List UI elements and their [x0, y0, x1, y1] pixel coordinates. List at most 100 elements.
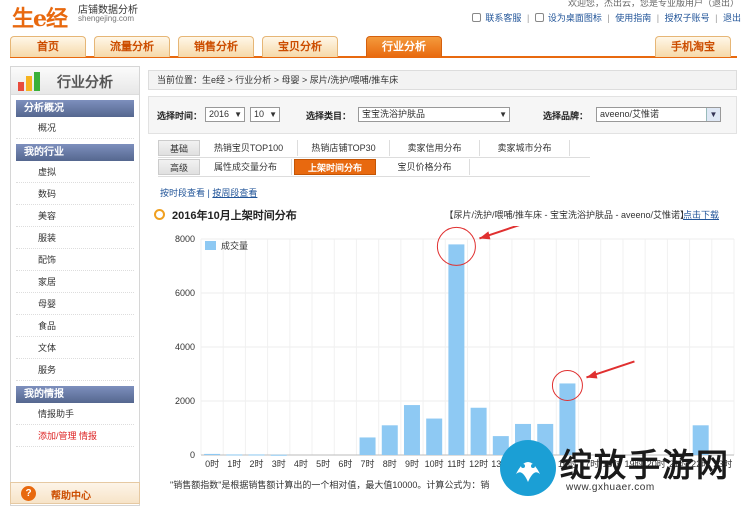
category-value: 宝宝洗浴护肤品	[362, 109, 426, 119]
sidebar-title: 行业分析	[57, 74, 113, 90]
bar-1时	[226, 454, 243, 456]
sidebar-item-beauty[interactable]: 美容	[16, 205, 134, 227]
link-separator: |	[715, 13, 718, 23]
chevron-down-icon: ▼	[269, 110, 277, 119]
link-separator: |	[656, 13, 660, 23]
subtab-top-shops[interactable]: 热销店铺TOP30	[298, 140, 390, 156]
watermark-logo-icon	[500, 440, 556, 496]
bar-9时	[403, 405, 420, 455]
logo[interactable]: 生e经	[12, 1, 68, 33]
subtab-seller-credit[interactable]: 卖家信用分布	[390, 140, 480, 156]
tab-industry[interactable]: 行业分析	[366, 36, 442, 57]
time-label: 选择时间：	[157, 111, 203, 121]
subtab-attribute-volume[interactable]: 属性成交量分布	[200, 159, 292, 175]
headset-icon	[472, 13, 482, 22]
subtab-top-products[interactable]: 热销宝贝TOP100	[200, 140, 298, 156]
chart-category-path: 【尿片/洗护/喂哺/推车床 - 宝宝洗浴护肤品 - aveeno/艾惟诺】	[444, 210, 689, 220]
help-center[interactable]: ? 帮助中心	[10, 482, 140, 504]
subtab-basic-label: 基础	[158, 140, 200, 156]
annotation-arrowhead	[586, 370, 598, 379]
view-by-week-link[interactable]: 按周段查看	[212, 188, 257, 198]
listing-time-bar-chart: 0 2000 4000 6000 8000 0时 1时 2时 3时 4时 5时 6时 7时 8时 9时 10时…	[175, 226, 735, 469]
chevron-down-icon: ▼	[234, 110, 242, 119]
bar-7时	[359, 437, 376, 455]
sidebar-item-accessories[interactable]: 配饰	[16, 249, 134, 271]
link-contact[interactable]: 联系客服	[485, 13, 521, 23]
subtab-divider	[158, 176, 590, 177]
link-logout[interactable]: 退出	[723, 13, 741, 23]
chevron-down-icon: ▼	[499, 110, 507, 119]
year-select[interactable]: 2016 ▼	[205, 107, 245, 122]
y-tick-label: 6000	[175, 288, 195, 298]
legend-label: 成交量	[221, 240, 248, 251]
chevron-down-icon: ▼	[706, 108, 720, 121]
bar-3时	[270, 454, 287, 456]
legend-swatch	[205, 241, 216, 250]
sidebar-item-food[interactable]: 食品	[16, 315, 134, 337]
sidebar-item-virtual[interactable]: 虚拟	[16, 161, 134, 183]
subtab-price-distribution[interactable]: 宝贝价格分布	[380, 159, 470, 175]
welcome-text: 欢迎您，杰出云，您是专业版用户（退出）	[567, 0, 739, 8]
annotation-arrowhead	[479, 231, 491, 240]
bar-8时	[381, 425, 398, 455]
tab-home[interactable]: 首页	[10, 36, 86, 57]
x-tick-label: 1时	[227, 458, 241, 469]
month-value: 10	[254, 109, 265, 119]
top-bar: 生e经 店铺数据分析 shengejing.com 欢迎您，杰出云，您是专业版用…	[0, 0, 747, 36]
x-tick-label: 4时	[294, 458, 308, 469]
subtab-seller-city[interactable]: 卖家城市分布	[480, 140, 570, 156]
x-tick-label: 11时	[447, 458, 465, 469]
x-tick-label: 0时	[205, 458, 219, 469]
desktop-icon	[534, 13, 544, 22]
tab-mobile-taobao[interactable]: 手机淘宝	[655, 36, 731, 57]
subtab-divider	[158, 157, 590, 158]
brand-select[interactable]: aveeno/艾惟诺 ▼	[596, 107, 721, 122]
watermark-url: www.gxhuaer.com	[566, 482, 655, 493]
x-tick-label: 6时	[338, 458, 352, 469]
x-tick-label: 8时	[383, 458, 397, 469]
view-by-hour-link[interactable]: 按时段查看	[160, 188, 205, 198]
sidebar-section-overview[interactable]: 分析概况	[16, 100, 134, 117]
link-subaccount[interactable]: 授权子账号	[665, 13, 710, 23]
watermark-text: 绽放手游网	[560, 447, 731, 483]
sidebar-item-clothing[interactable]: 服装	[16, 227, 134, 249]
y-tick-label: 8000	[175, 234, 195, 244]
sidebar-item-manage-intel[interactable]: 添加/管理 情报	[16, 425, 134, 447]
sidebar-item-stationery[interactable]: 文体	[16, 337, 134, 359]
tab-product[interactable]: 宝贝分析	[262, 36, 338, 57]
subtab-advanced-label: 高级	[158, 159, 200, 175]
month-select[interactable]: 10 ▼	[250, 107, 280, 122]
x-tick-label: 10时	[425, 458, 444, 469]
sidebar-item-services[interactable]: 服务	[16, 359, 134, 381]
sidebar-item-intel-assistant[interactable]: 情报助手	[16, 403, 134, 425]
y-tick-label: 0	[190, 450, 195, 460]
link-separator: |	[607, 13, 610, 23]
sidebar-item-digital[interactable]: 数码	[16, 183, 134, 205]
link-guide[interactable]: 使用指南	[615, 13, 651, 23]
sidebar-section-my-industry[interactable]: 我的行业	[16, 144, 134, 161]
brand-value: aveeno/艾惟诺	[600, 109, 660, 119]
bullet-icon	[154, 209, 165, 220]
category-label: 选择类目：	[306, 111, 352, 121]
tab-traffic[interactable]: 流量分析	[94, 36, 170, 57]
x-tick-label: 2时	[250, 458, 264, 469]
bar-0时	[204, 453, 221, 455]
tab-sales[interactable]: 销售分析	[178, 36, 254, 57]
subtab-listing-time[interactable]: 上架时间分布	[294, 159, 376, 175]
sidebar: 行业分析 分析概况 概况 我的行业 虚拟 数码 美容 服装 配饰 家居 母婴 食…	[10, 66, 140, 506]
x-tick-label: 12时	[469, 458, 488, 469]
sidebar-item-overview[interactable]: 概况	[16, 117, 134, 139]
x-tick-label: 9时	[405, 458, 419, 469]
top-links: 联系客服 | 设为桌面图标 | 使用指南 | 授权子账号 | 退出	[469, 11, 741, 24]
download-link[interactable]: 点击下载	[683, 208, 719, 221]
view-links: 按时段查看 | 按周段查看	[160, 186, 257, 199]
sidebar-section-my-intel[interactable]: 我的情报	[16, 386, 134, 403]
sidebar-item-baby[interactable]: 母婴	[16, 293, 134, 315]
y-tick-label: 2000	[175, 396, 195, 406]
category-select[interactable]: 宝宝洗浴护肤品 ▼	[358, 107, 510, 122]
footnote: "销售额指数"是根据销售额计算出的一个相对值，最大值10000。计算公式为：销	[170, 480, 490, 490]
brand-label: 选择品牌：	[543, 111, 589, 121]
sidebar-item-home[interactable]: 家居	[16, 271, 134, 293]
bar-chart-icon	[18, 72, 40, 91]
link-desktop[interactable]: 设为桌面图标	[548, 13, 602, 23]
